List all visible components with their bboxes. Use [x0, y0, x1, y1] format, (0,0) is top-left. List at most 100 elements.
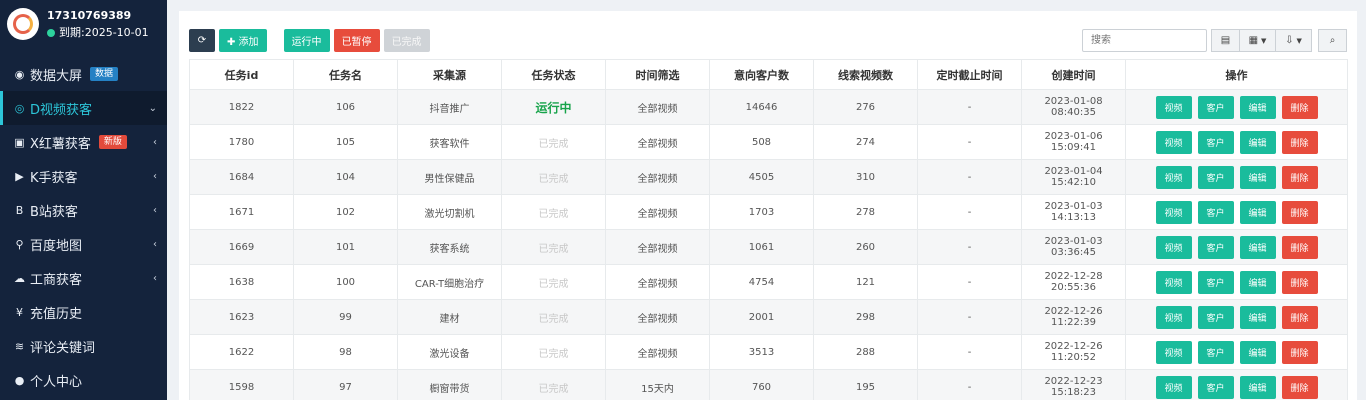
sidebar-item-1[interactable]: ◎ D视频获客 ⌄	[0, 91, 167, 125]
view-videos-button[interactable]: 视频	[1155, 375, 1192, 399]
sidebar-nav: ◉ 数据大屏 数据 ◎ D视频获客 ⌄ ▣ X红薯获客 新版 ‹ ▶ K手获客 ‹ B B站获客 ‹ ⚲ 百度地图…	[0, 57, 167, 397]
table-tools: ▤ ▦▼ ⇩▼ ⌕	[1082, 29, 1347, 52]
task-id-cell: 1780	[189, 124, 294, 160]
sidebar-item-9[interactable]: ● 个人中心	[0, 363, 167, 397]
delete-button[interactable]: 删除	[1281, 270, 1318, 294]
column-header[interactable]: 任务id	[189, 59, 294, 90]
view-videos-button[interactable]: 视频	[1155, 340, 1192, 364]
edit-button[interactable]: 编辑	[1239, 165, 1276, 189]
created-time-cell: 2022-12-26 11:22:39	[1021, 299, 1126, 335]
sidebar-item-0[interactable]: ◉ 数据大屏 数据	[0, 57, 167, 91]
delete-button[interactable]: 删除	[1281, 95, 1318, 119]
status-label: 已完成	[538, 243, 569, 255]
column-header[interactable]: 定时截止时间	[917, 59, 1022, 90]
sidebar-item-5[interactable]: ⚲ 百度地图 ‹	[0, 227, 167, 261]
column-header[interactable]: 采集源	[397, 59, 502, 90]
task-id-cell: 1671	[189, 194, 294, 230]
toggle-view-button[interactable]: ▤	[1211, 29, 1240, 52]
delete-button[interactable]: 删除	[1281, 235, 1318, 259]
view-customers-button[interactable]: 客户	[1197, 375, 1234, 399]
actions-cell: 视频 客户 编辑 删除	[1125, 194, 1348, 230]
column-header[interactable]: 线索视频数	[813, 59, 918, 90]
filter-done-button[interactable]: 已完成	[383, 29, 430, 52]
column-header[interactable]: 任务状态	[501, 59, 606, 90]
task-id-cell: 1638	[189, 264, 294, 300]
videos-cell: 274	[813, 124, 918, 160]
column-header[interactable]: 意向客户数	[709, 59, 814, 90]
customers-cell: 3513	[709, 334, 814, 370]
view-videos-button[interactable]: 视频	[1155, 95, 1192, 119]
task-id-cell: 1669	[189, 229, 294, 265]
column-header[interactable]: 操作	[1125, 59, 1348, 90]
sidebar-item-7[interactable]: ¥ 充值历史	[0, 295, 167, 329]
column-header[interactable]: 时间筛选	[605, 59, 710, 90]
delete-button[interactable]: 删除	[1281, 130, 1318, 154]
edit-button[interactable]: 编辑	[1239, 200, 1276, 224]
user-icon: ●	[14, 373, 25, 387]
sidebar-item-8[interactable]: ≋ 评论关键词	[0, 329, 167, 363]
videos-cell: 278	[813, 194, 918, 230]
view-customers-button[interactable]: 客户	[1197, 340, 1234, 364]
view-customers-button[interactable]: 客户	[1197, 305, 1234, 329]
sidebar-item-2[interactable]: ▣ X红薯获客 新版 ‹	[0, 125, 167, 159]
time-filter-cell: 全部视频	[605, 89, 710, 125]
view-customers-button[interactable]: 客户	[1197, 130, 1234, 154]
search-button[interactable]: ⌕	[1318, 29, 1347, 52]
delete-button[interactable]: 删除	[1281, 305, 1318, 329]
task-id-cell: 1623	[189, 299, 294, 335]
add-button[interactable]: ✚ 添加	[219, 29, 267, 52]
view-customers-button[interactable]: 客户	[1197, 235, 1234, 259]
view-videos-button[interactable]: 视频	[1155, 130, 1192, 154]
export-button[interactable]: ⇩ ▼	[1276, 29, 1312, 52]
view-videos-button[interactable]: 视频	[1155, 235, 1192, 259]
avatar[interactable]	[7, 8, 39, 40]
table-row: 1671 102 激光切割机 已完成 全部视频 1703 278-2023-01-03 14…	[189, 194, 1348, 230]
videos-cell: 288	[813, 334, 918, 370]
sidebar-item-4[interactable]: B B站获客 ‹	[0, 193, 167, 227]
edit-button[interactable]: 编辑	[1239, 375, 1276, 399]
status-label: 已完成	[538, 173, 569, 185]
sidebar-item-label: D视频获客	[30, 102, 93, 118]
sidebar-item-label: 评论关键词	[30, 340, 96, 356]
edit-button[interactable]: 编辑	[1239, 340, 1276, 364]
view-videos-button[interactable]: 视频	[1155, 305, 1192, 329]
view-customers-button[interactable]: 客户	[1197, 270, 1234, 294]
task-name-cell: 104	[293, 159, 398, 195]
delete-button[interactable]: 删除	[1281, 375, 1318, 399]
view-videos-button[interactable]: 视频	[1155, 270, 1192, 294]
sidebar-item-label: 工商获客	[30, 272, 83, 288]
edit-button[interactable]: 编辑	[1239, 235, 1276, 259]
chevron-left-icon: ‹	[153, 204, 157, 216]
columns-button[interactable]: ▦ ▼	[1240, 29, 1276, 52]
view-videos-button[interactable]: 视频	[1155, 165, 1192, 189]
refresh-icon: ⟳	[197, 35, 207, 46]
view-customers-button[interactable]: 客户	[1197, 200, 1234, 224]
sidebar-item-3[interactable]: ▶ K手获客 ‹	[0, 159, 167, 193]
filter-paused-button[interactable]: 已暂停	[333, 29, 380, 52]
view-customers-button[interactable]: 客户	[1197, 95, 1234, 119]
deadline-cell: -	[917, 194, 1022, 230]
search-input[interactable]	[1082, 29, 1207, 52]
edit-button[interactable]: 编辑	[1239, 270, 1276, 294]
edit-button[interactable]: 编辑	[1239, 130, 1276, 154]
delete-button[interactable]: 删除	[1281, 340, 1318, 364]
sidebar-item-label: 个人中心	[30, 374, 83, 390]
status-cell: 已完成	[501, 194, 606, 230]
view-videos-button[interactable]: 视频	[1155, 200, 1192, 224]
column-header[interactable]: 创建时间	[1021, 59, 1126, 90]
sidebar-item-6[interactable]: ☁ 工商获客 ‹	[0, 261, 167, 295]
refresh-button[interactable]: ⟳	[189, 29, 215, 52]
sidebar-item-label: X红薯获客	[30, 136, 91, 152]
column-header[interactable]: 任务名	[293, 59, 398, 90]
deadline-cell: -	[917, 89, 1022, 125]
time-filter-cell: 全部视频	[605, 299, 710, 335]
edit-button[interactable]: 编辑	[1239, 305, 1276, 329]
delete-button[interactable]: 删除	[1281, 165, 1318, 189]
delete-button[interactable]: 删除	[1281, 200, 1318, 224]
edit-button[interactable]: 编辑	[1239, 95, 1276, 119]
created-time-cell: 2023-01-03 14:13:13	[1021, 194, 1126, 230]
view-customers-button[interactable]: 客户	[1197, 165, 1234, 189]
yen-icon: ¥	[16, 305, 23, 319]
videos-cell: 276	[813, 89, 918, 125]
filter-running-button[interactable]: 运行中	[283, 29, 330, 52]
